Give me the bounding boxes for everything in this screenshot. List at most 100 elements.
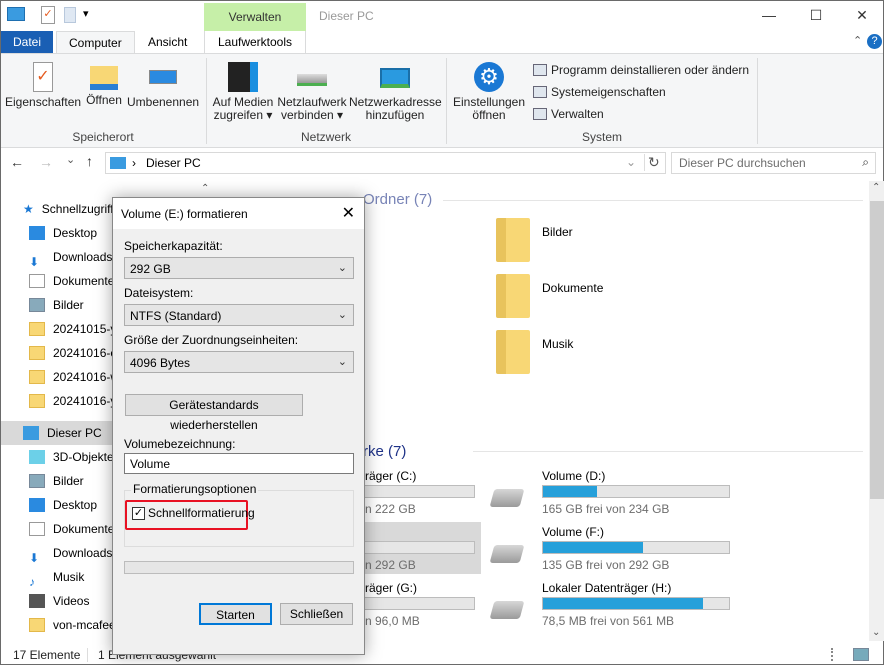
umbenennen-button[interactable]: Umbenennen — [127, 62, 199, 109]
nav-item[interactable]: Dokumente — [29, 269, 114, 293]
nav-item[interactable]: ♪ Musik — [29, 565, 84, 589]
drive-icon[interactable] — [489, 545, 525, 563]
nav-item[interactable]: Bilder — [29, 293, 84, 317]
address-dropdown-icon[interactable]: ⌄ — [626, 155, 636, 169]
scrollbar-thumb[interactable] — [870, 201, 884, 499]
bilder-icon — [29, 474, 45, 488]
folder-icon — [29, 618, 45, 632]
nav-item-dieser-pc[interactable]: Dieser PC — [23, 421, 102, 445]
scroll-down-icon[interactable]: ⌄ — [872, 627, 880, 638]
drives-heading[interactable]: rke (7) — [363, 443, 406, 460]
checkbox-checked-icon: ✓ — [132, 506, 145, 520]
tab-datei[interactable]: Datei — [1, 31, 54, 53]
folder-name[interactable]: Bilder — [542, 225, 573, 239]
restore-defaults-button[interactable]: Gerätestandards wiederherstellen — [125, 394, 303, 432]
recent-locations-button[interactable]: ⌄ — [66, 153, 75, 166]
nav-item[interactable]: ⬇ Downloads — [29, 245, 112, 269]
properties-icon[interactable]: ✓ — [41, 6, 55, 24]
close-dialog-button[interactable]: Schließen — [280, 603, 353, 625]
tab-ansicht[interactable]: Ansicht — [136, 31, 199, 53]
netzwerkadresse-hinzufuegen-button[interactable]: Netzwerkadresse hinzufügen — [349, 62, 442, 122]
drive-name[interactable]: Volume (F:) — [542, 525, 604, 539]
label: Umbenennen — [127, 95, 200, 109]
scroll-up-icon[interactable]: ⌃ — [872, 182, 880, 193]
drive-name[interactable]: räger (C:) — [365, 469, 416, 483]
vertical-scrollbar[interactable]: ⌃ ⌄ — [869, 181, 884, 641]
nav-item[interactable]: von-mcafee — [29, 613, 116, 637]
back-button[interactable]: ← — [10, 154, 24, 170]
new-folder-icon[interactable] — [64, 7, 76, 23]
auf-medien-zugreifen-button[interactable]: Auf Medien zugreifen ▾ — [211, 62, 275, 122]
forward-button[interactable]: → — [39, 154, 53, 170]
folders-heading[interactable]: Ordner (7) — [363, 191, 432, 208]
label: Downloads — [53, 250, 113, 264]
tab-laufwerktools[interactable]: Laufwerktools — [204, 31, 306, 53]
einstellungen-oeffnen-button[interactable]: ⚙ Einstellungen öffnen — [451, 62, 527, 122]
folder-icon — [29, 346, 45, 360]
oeffnen-button[interactable]: Öffnen — [83, 62, 125, 107]
verwalten-button[interactable]: Verwalten — [533, 107, 604, 121]
up-button[interactable]: ↑ — [86, 153, 93, 169]
divider — [473, 451, 863, 452]
nav-scroll-up-icon[interactable]: ⌃ — [201, 183, 209, 194]
nav-item-schnellzugriff[interactable]: ★ Schnellzugriff — [23, 197, 114, 221]
folder-name[interactable]: Musik — [542, 337, 573, 351]
search-input[interactable]: Dieser PC durchsuchen ⌕ — [671, 152, 876, 174]
folder-name[interactable]: Dokumente — [542, 281, 603, 295]
value: NTFS (Standard) — [130, 309, 222, 323]
help-icon[interactable]: ? — [867, 34, 882, 49]
programm-deinstallieren-button[interactable]: Programm deinstallieren oder ändern — [533, 63, 749, 77]
media-icon — [228, 62, 258, 92]
eigenschaften-button[interactable]: ✓ Eigenschaften — [5, 62, 81, 109]
nav-item[interactable]: Videos — [29, 589, 89, 613]
format-dialog: Volume (E:) formatieren ✕ Speicherkapazit… — [112, 197, 365, 655]
drive-free-space: n 222 GB — [365, 502, 416, 516]
dialog-close-icon[interactable]: ✕ — [342, 203, 355, 223]
address-bar[interactable]: › Dieser PC ⌄ ↻ — [105, 152, 666, 174]
large-icons-view-icon[interactable] — [853, 648, 869, 661]
quick-format-checkbox[interactable]: ✓ Schnellformatierung — [132, 506, 255, 520]
folder-icon — [29, 394, 45, 408]
dokumente-folder-icon[interactable] — [496, 274, 530, 318]
filesystem-select[interactable]: NTFS (Standard) ⌄ — [124, 304, 354, 326]
folder-icon — [29, 370, 45, 384]
maximize-button[interactable]: ☐ — [793, 1, 839, 31]
label: Dokumente — [53, 274, 115, 288]
rename-icon — [149, 70, 177, 84]
nav-item[interactable]: 20241016-y — [29, 389, 116, 413]
nav-item[interactable]: Desktop — [29, 493, 97, 517]
tab-computer[interactable]: Computer — [56, 31, 135, 54]
allocation-select[interactable]: 4096 Bytes ⌄ — [124, 351, 354, 373]
drive-name[interactable]: Lokaler Datenträger (H:) — [542, 581, 671, 595]
manage-icon — [533, 108, 547, 120]
drive-icon[interactable] — [489, 489, 525, 507]
nav-item[interactable]: Desktop — [29, 221, 97, 245]
systemeigenschaften-button[interactable]: Systemeigenschaften — [533, 85, 666, 99]
nav-item[interactable]: 20241016-e — [29, 341, 117, 365]
drive-name[interactable]: räger (G:) — [365, 581, 417, 595]
drive-icon[interactable] — [489, 601, 525, 619]
nav-item[interactable]: ⬇ Downloads — [29, 541, 112, 565]
capacity-select[interactable]: 292 GB ⌄ — [124, 257, 354, 279]
close-button[interactable]: ✕ — [839, 1, 884, 31]
details-view-icon[interactable] — [831, 648, 847, 661]
bilder-folder-icon[interactable] — [496, 218, 530, 262]
netzlaufwerk-verbinden-button[interactable]: Netzlaufwerk verbinden ▾ — [277, 62, 347, 122]
volume-label-input[interactable]: Volume — [124, 453, 354, 474]
quick-access-dropdown-icon[interactable]: ▾ — [83, 7, 89, 20]
nav-item[interactable]: Dokumente — [29, 517, 114, 541]
breadcrumb-dieser-pc[interactable]: Dieser PC — [146, 156, 201, 170]
refresh-button[interactable]: ↻ — [644, 154, 660, 171]
value: 292 GB — [130, 262, 171, 276]
videos-icon — [29, 594, 45, 608]
collapse-ribbon-icon[interactable]: ⌃ — [853, 34, 862, 47]
drive-name[interactable]: Volume (D:) — [542, 469, 605, 483]
nav-item[interactable]: Bilder — [29, 469, 84, 493]
musik-folder-icon[interactable] — [496, 330, 530, 374]
nav-item[interactable]: 20241016-w — [29, 365, 119, 389]
nav-item[interactable]: 20241015-y — [29, 317, 116, 341]
nav-item[interactable]: 3D-Objekte — [29, 445, 114, 469]
search-icon: ⌕ — [862, 155, 869, 169]
minimize-button[interactable]: — — [746, 1, 792, 31]
start-button[interactable]: Starten — [199, 603, 272, 625]
